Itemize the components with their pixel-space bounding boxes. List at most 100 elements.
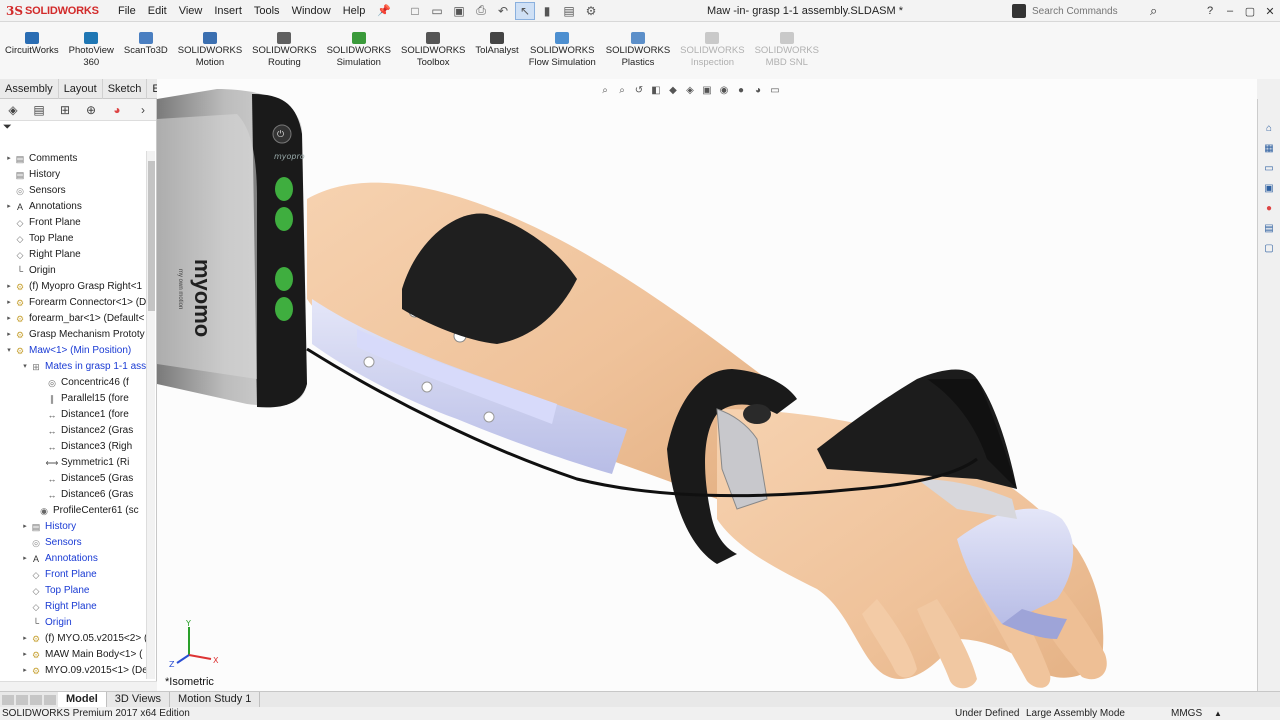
solidworks-logo[interactable]: 3S SOLIDWORKS <box>0 4 112 18</box>
tree-item[interactable]: ↔ Distance1 (fore <box>0 407 146 423</box>
bottom-tab-3d-views[interactable]: 3D Views <box>107 691 171 708</box>
tree-item[interactable]: ↔ Distance5 (Gras <box>0 471 146 487</box>
ribbon-button-solidworks-motion[interactable]: SOLIDWORKS Motion <box>173 32 247 69</box>
expand-arrow-icon[interactable]: ▸ <box>20 663 30 679</box>
view-settings-icon[interactable]: ▭ <box>768 83 782 97</box>
tab-scroll-arrows[interactable] <box>2 694 58 705</box>
tree-item[interactable]: ▾ ⚙ Maw<1> (Min Position) <box>0 343 146 359</box>
menu-view[interactable]: View <box>173 0 209 22</box>
ribbon-button-tolanalyst[interactable]: TolAnalyst <box>470 32 523 69</box>
tree-item[interactable]: ⟷ Symmetric1 (Ri <box>0 455 146 471</box>
expand-arrow-icon[interactable]: ▸ <box>20 551 30 567</box>
display-style-icon[interactable]: ▣ <box>700 83 714 97</box>
menu-edit[interactable]: Edit <box>142 0 173 22</box>
menu-insert[interactable]: Insert <box>208 0 248 22</box>
apply-scene-icon[interactable]: ◕ <box>751 83 765 97</box>
menu-help[interactable]: Help <box>337 0 372 22</box>
ribbon-button-solidworks-routing[interactable]: SOLIDWORKS Routing <box>247 32 321 69</box>
units-selector[interactable]: MMGS <box>1171 707 1202 720</box>
ribbon-button-solidworks-toolbox[interactable]: SOLIDWORKS Toolbox <box>396 32 470 69</box>
tree-item[interactable]: ▸ ⚙ MYO.09.v2015<1> (De <box>0 663 146 679</box>
units-dropdown-icon[interactable]: ▲ <box>1214 707 1222 720</box>
tree-item[interactable]: ◇ Top Plane <box>0 231 146 247</box>
help-icon[interactable]: ? <box>1200 5 1220 17</box>
appearances-icon[interactable]: ● <box>1262 201 1276 215</box>
solidworks-resources-icon[interactable]: ⌂ <box>1262 121 1276 135</box>
expand-arrow-icon[interactable]: ▸ <box>20 647 30 663</box>
dimxpert-manager-tab-icon[interactable]: ⊕ <box>78 103 104 117</box>
property-manager-tab-icon[interactable]: ▤ <box>26 103 52 117</box>
menu-window[interactable]: Window <box>286 0 337 22</box>
zoom-to-fit-icon[interactable]: ⌕ <box>598 83 612 97</box>
tree-item[interactable]: ↔ Distance3 (Righ <box>0 439 146 455</box>
ribbon-button-scanto3d[interactable]: ScanTo3D <box>119 32 173 69</box>
tree-item[interactable]: ◎ Sensors <box>0 535 146 551</box>
tree-item[interactable]: ▤ History <box>0 167 146 183</box>
tree-item[interactable]: ◇ Front Plane <box>0 215 146 231</box>
tree-filter[interactable]: ⏷ <box>0 121 156 137</box>
expand-arrow-icon[interactable]: ▸ <box>4 151 14 167</box>
tree-item[interactable]: ▸ ⚙ Grasp Mechanism Prototy <box>0 327 146 343</box>
expand-arrow-icon[interactable]: ▸ <box>20 519 30 535</box>
tree-item[interactable]: ↔ Distance6 (Gras <box>0 487 146 503</box>
expand-arrow-icon[interactable]: ▸ <box>4 295 14 311</box>
edit-appearance-icon[interactable]: ● <box>734 83 748 97</box>
tree-item[interactable]: ◉ ProfileCenter61 (sc <box>0 503 146 519</box>
pin-icon[interactable]: 📌 <box>377 4 391 17</box>
expand-arrow-icon[interactable]: ▸ <box>4 327 14 343</box>
ribbon-button-circuitworks[interactable]: CircuitWorks <box>0 32 64 69</box>
ribbon-button-photoview-360[interactable]: PhotoView 360 <box>64 32 119 69</box>
tree-vertical-scrollbar[interactable] <box>146 151 155 679</box>
tree-item[interactable]: ▸ ⚙ (f) MYO.05.v2015<2> ( <box>0 631 146 647</box>
tree-item[interactable]: ◇ Right Plane <box>0 247 146 263</box>
expand-arrow-icon[interactable]: ▾ <box>20 359 30 375</box>
tree-item[interactable]: ▸ A Annotations <box>0 551 146 567</box>
expand-arrow-icon[interactable]: ▾ <box>4 343 14 359</box>
expand-arrow-icon[interactable]: ▸ <box>4 311 14 327</box>
ribbon-button-solidworks-inspection[interactable]: SOLIDWORKS Inspection <box>675 32 749 69</box>
menu-file[interactable]: File <box>112 0 142 22</box>
search-input[interactable] <box>1032 5 1150 17</box>
tree-item[interactable]: ∥ Parallel15 (fore <box>0 391 146 407</box>
tree-item[interactable]: ▸ ⚙ (f) Myopro Grasp Right<1 <box>0 279 146 295</box>
tree-item[interactable]: ◎ Concentric46 (f <box>0 375 146 391</box>
ribbon-button-solidworks-simulation[interactable]: SOLIDWORKS Simulation <box>322 32 396 69</box>
tree-item[interactable]: ▸ ⚙ forearm_bar<1> (Default< <box>0 311 146 327</box>
tab-assembly[interactable]: Assembly <box>0 79 59 99</box>
file-properties-icon[interactable]: ▤ <box>559 2 579 20</box>
tree-item[interactable]: ▸ A Annotations <box>0 199 146 215</box>
tree-item[interactable]: ▾ ⊞ Mates in grasp 1-1 ass <box>0 359 146 375</box>
ribbon-button-solidworks-mbd-snl[interactable]: SOLIDWORKS MBD SNL <box>750 32 824 69</box>
tab-sketch[interactable]: Sketch <box>103 79 148 99</box>
expand-arrow-icon[interactable]: ▸ <box>4 199 14 215</box>
tree-item[interactable]: ◇ Top Plane <box>0 583 146 599</box>
configuration-manager-tab-icon[interactable]: ⊞ <box>52 103 78 117</box>
dynamic-annotation-icon[interactable]: ◆ <box>666 83 680 97</box>
tree-item[interactable]: └ Origin <box>0 615 146 631</box>
expand-arrow-icon[interactable]: › <box>130 103 156 117</box>
tree-item[interactable]: ▸ ⚙ MAW Main Body<1> ( <box>0 647 146 663</box>
tree-item[interactable]: ◇ Front Plane <box>0 567 146 583</box>
view-palette-icon[interactable]: ▣ <box>1262 181 1276 195</box>
ribbon-button-solidworks-plastics[interactable]: SOLIDWORKS Plastics <box>601 32 675 69</box>
tree-item[interactable]: ◇ Right Plane <box>0 599 146 615</box>
menu-tools[interactable]: Tools <box>248 0 286 22</box>
magnifier-icon[interactable]: ⌕ <box>1150 3 1157 19</box>
search-commands[interactable]: ⌕ <box>1012 2 1172 20</box>
tab-layout[interactable]: Layout <box>59 79 103 99</box>
select-arrow-icon[interactable]: ↖ <box>515 1 536 20</box>
bottom-tab-model[interactable]: Model <box>58 691 107 708</box>
restore-icon[interactable]: ▢ <box>1240 5 1260 18</box>
save-icon[interactable]: ▣ <box>449 2 469 20</box>
new-document-icon[interactable]: □ <box>405 2 425 20</box>
rebuild-icon[interactable]: ▮ <box>537 2 557 20</box>
tree-item[interactable]: ▸ ▤ History <box>0 519 146 535</box>
open-folder-icon[interactable]: ▭ <box>427 2 447 20</box>
view-orientation-icon[interactable]: ◈ <box>683 83 697 97</box>
graphics-viewport[interactable]: ⏻ myopro myomo my own motion Y X Z *Isom… <box>157 79 1257 691</box>
bottom-tab-motion-study-1[interactable]: Motion Study 1 <box>170 691 261 708</box>
design-library-icon[interactable]: ▦ <box>1262 141 1276 155</box>
undo-icon[interactable]: ↶ <box>493 2 513 20</box>
filter-icon[interactable]: ⏷ <box>3 121 12 133</box>
minimize-icon[interactable]: – <box>1220 5 1240 17</box>
